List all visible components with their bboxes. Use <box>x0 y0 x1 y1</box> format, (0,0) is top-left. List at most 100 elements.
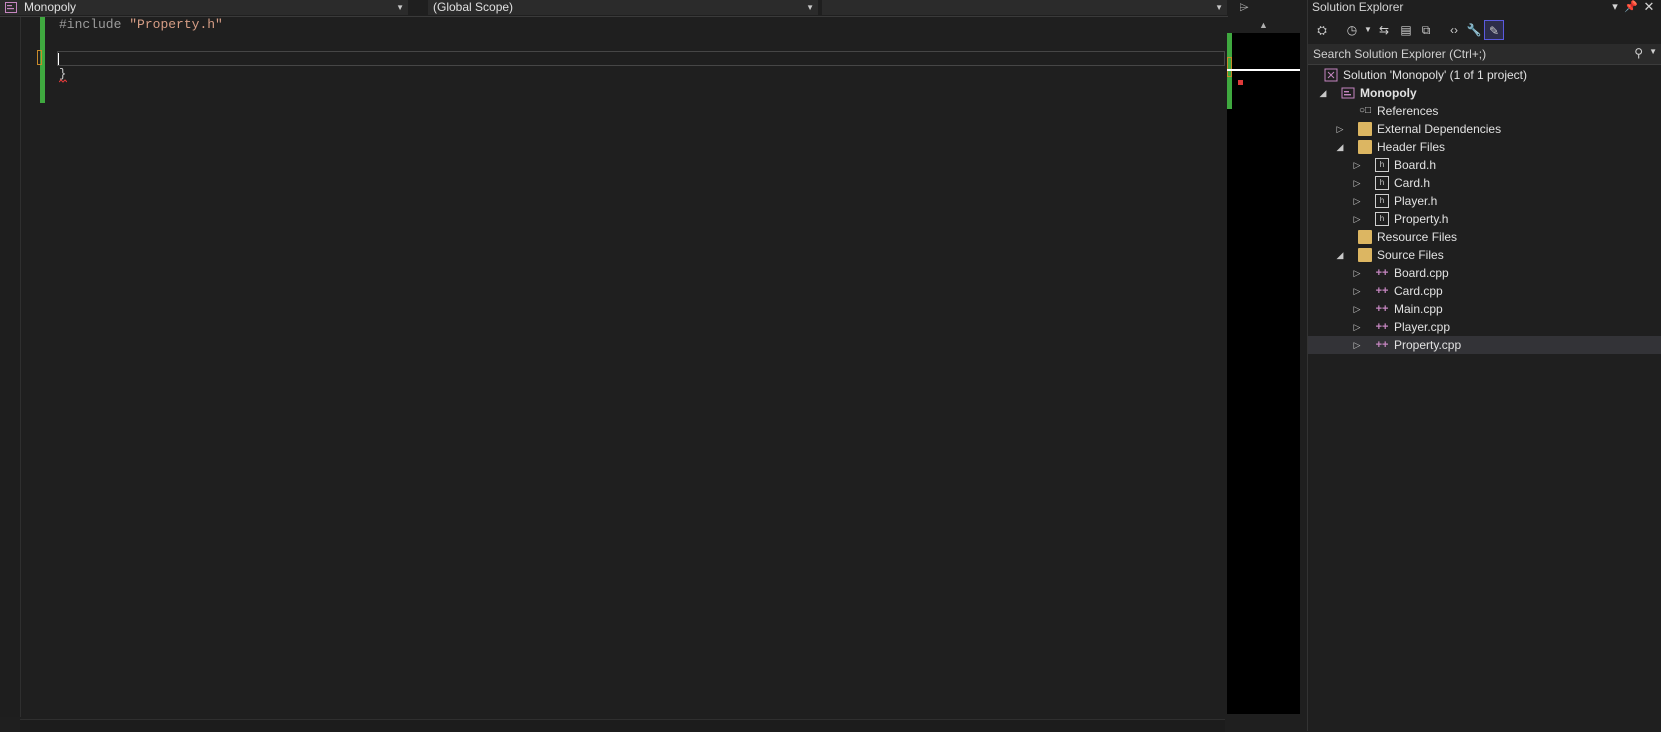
tree-item-file[interactable]: ▷ h Card.h <box>1308 174 1661 192</box>
header-file-icon: h <box>1375 212 1389 226</box>
solution-explorer-search[interactable]: ⚲ ▼ <box>1308 44 1661 65</box>
tree-item-external-dependencies[interactable]: ▷ External Dependencies <box>1308 120 1661 138</box>
collapsed-arrow-icon[interactable]: ▷ <box>1335 120 1345 138</box>
tree-label: Header Files <box>1377 140 1446 154</box>
tree-item-file[interactable]: ▷ ++ Player.cpp <box>1308 318 1661 336</box>
map-caret-marker <box>1227 57 1232 77</box>
tree-label: Property.cpp <box>1394 338 1462 352</box>
map-error-marker <box>1238 80 1243 85</box>
folder-icon <box>1358 122 1372 136</box>
text-caret <box>58 53 59 65</box>
collapsed-arrow-icon[interactable]: ▷ <box>1352 174 1362 192</box>
tree-item-resource-files[interactable]: Resource Files <box>1308 228 1661 246</box>
chevron-down-icon: ▼ <box>1215 3 1223 12</box>
collapsed-arrow-icon[interactable]: ▷ <box>1352 192 1362 210</box>
split-editor-button[interactable]: ⌲ <box>1236 0 1252 15</box>
close-icon[interactable]: ✕ <box>1642 0 1656 14</box>
cpp-project-icon <box>5 2 17 13</box>
tree-item-project[interactable]: ◢ Monopoly <box>1308 84 1661 102</box>
collapsed-arrow-icon[interactable]: ▷ <box>1352 264 1362 282</box>
preview-selected-items-icon[interactable]: ✎ <box>1484 20 1504 40</box>
properties-wrench-icon[interactable]: 🔧 <box>1464 20 1484 40</box>
tree-item-references[interactable]: ○□ References <box>1308 102 1661 120</box>
map-viewport-line <box>1227 69 1300 71</box>
tree-item-file[interactable]: ▷ ++ Main.cpp <box>1308 300 1661 318</box>
current-line-highlight <box>57 51 1225 66</box>
tree-label: Board.cpp <box>1394 266 1449 280</box>
tree-label: Property.h <box>1394 212 1449 226</box>
expanded-arrow-icon[interactable]: ◢ <box>1318 84 1328 102</box>
header-file-icon: h <box>1375 176 1389 190</box>
chevron-down-icon: ▼ <box>806 3 814 12</box>
collapsed-arrow-icon[interactable]: ▷ <box>1352 282 1362 300</box>
collapsed-arrow-icon[interactable]: ▷ <box>1352 210 1362 228</box>
tree-item-header-files[interactable]: ◢ Header Files <box>1308 138 1661 156</box>
show-all-files-icon[interactable]: ⧉ <box>1416 20 1436 40</box>
tree-item-solution[interactable]: Solution 'Monopoly' (1 of 1 project) <box>1308 66 1661 84</box>
cpp-file-icon: ++ <box>1375 267 1389 279</box>
collapse-all-icon[interactable]: ▤ <box>1396 20 1416 40</box>
tree-label: Board.h <box>1394 158 1437 172</box>
filter-folder-icon <box>1358 140 1372 154</box>
scope-dropdown[interactable]: (Global Scope) ▼ <box>428 0 818 15</box>
horizontal-scrollbar[interactable] <box>20 719 1225 732</box>
member-dropdown[interactable]: ▼ <box>822 0 1227 15</box>
scrollbar-map[interactable]: ▲ <box>1227 17 1300 714</box>
expanded-arrow-icon[interactable]: ◢ <box>1335 138 1345 156</box>
tree-label: Main.cpp <box>1394 302 1443 316</box>
cpp-project-icon <box>1341 87 1355 99</box>
sync-with-document-icon[interactable]: ⇆ <box>1374 20 1394 40</box>
brace-match-marker <box>37 50 42 65</box>
tree-item-file[interactable]: ▷ h Property.h <box>1308 210 1661 228</box>
view-code-icon[interactable]: ‹› <box>1444 20 1464 40</box>
search-icon[interactable]: ⚲ <box>1634 46 1643 60</box>
cpp-file-icon: ++ <box>1375 285 1389 297</box>
collapsed-arrow-icon[interactable]: ▷ <box>1352 156 1362 174</box>
solution-explorer-panel: Solution Explorer ▾ 📌 ✕ ⛭ ◷ ▼ ⇆ ▤ ⧉ ‹› 🔧… <box>1307 0 1661 731</box>
collapsed-arrow-icon[interactable]: ▷ <box>1352 336 1362 354</box>
scope-dropdown-value: (Global Scope) <box>433 0 514 14</box>
header-file-icon: h <box>1375 194 1389 208</box>
tree-label: Resource Files <box>1377 230 1458 244</box>
window-position-icon[interactable]: ▾ <box>1608 0 1622 14</box>
chevron-down-icon: ▼ <box>396 3 404 12</box>
tree-item-file-selected[interactable]: ▷ ++ Property.cpp <box>1308 336 1661 354</box>
cpp-file-icon: ++ <box>1375 339 1389 351</box>
cpp-file-icon: ++ <box>1375 321 1389 333</box>
tree-item-file[interactable]: ▷ ++ Card.cpp <box>1308 282 1661 300</box>
tree-label: Player.cpp <box>1394 320 1451 334</box>
editor-navigation-bar: Monopoly ▼ (Global Scope) ▼ ▼ <box>0 0 1228 17</box>
project-dropdown[interactable]: Monopoly ▼ <box>0 0 408 15</box>
tree-item-file[interactable]: ▷ h Board.h <box>1308 156 1661 174</box>
references-icon: ○□ <box>1358 105 1372 116</box>
solution-explorer-toolbar: ⛭ ◷ ▼ ⇆ ▤ ⧉ ‹› 🔧 ✎ <box>1308 18 1661 42</box>
cpp-file-icon: ++ <box>1375 303 1389 315</box>
tree-label: Card.cpp <box>1394 284 1443 298</box>
tree-item-source-files[interactable]: ◢ Source Files <box>1308 246 1661 264</box>
filter-folder-icon <box>1358 248 1372 262</box>
solution-icon <box>1324 68 1338 82</box>
scroll-up-arrow-icon[interactable]: ▲ <box>1227 17 1300 33</box>
chevron-down-icon[interactable]: ▼ <box>1649 47 1657 56</box>
filter-folder-icon <box>1358 230 1372 244</box>
switch-views-icon[interactable]: ⛭ <box>1312 20 1332 40</box>
collapsed-arrow-icon[interactable]: ▷ <box>1352 318 1362 336</box>
project-dropdown-value: Monopoly <box>24 0 77 14</box>
tree-item-file[interactable]: ▷ h Player.h <box>1308 192 1661 210</box>
tree-label: Monopoly <box>1360 86 1417 100</box>
tree-label: Card.h <box>1394 176 1431 190</box>
tree-label: Solution 'Monopoly' (1 of 1 project) <box>1343 68 1528 82</box>
search-input[interactable] <box>1313 45 1613 62</box>
tree-label: Player.h <box>1394 194 1438 208</box>
tree-item-file[interactable]: ▷ ++ Board.cpp <box>1308 264 1661 282</box>
pin-icon[interactable]: 📌 <box>1624 0 1638 14</box>
indicator-margin <box>0 17 21 717</box>
header-file-icon: h <box>1375 158 1389 172</box>
code-editor[interactable]: #include "Property.h" } <box>0 17 1227 732</box>
tree-label: References <box>1377 104 1439 118</box>
error-squiggle <box>59 79 67 83</box>
tree-label: Source Files <box>1377 248 1444 262</box>
preprocessor-directive: #include <box>59 17 122 32</box>
collapsed-arrow-icon[interactable]: ▷ <box>1352 300 1362 318</box>
expanded-arrow-icon[interactable]: ◢ <box>1335 246 1345 264</box>
